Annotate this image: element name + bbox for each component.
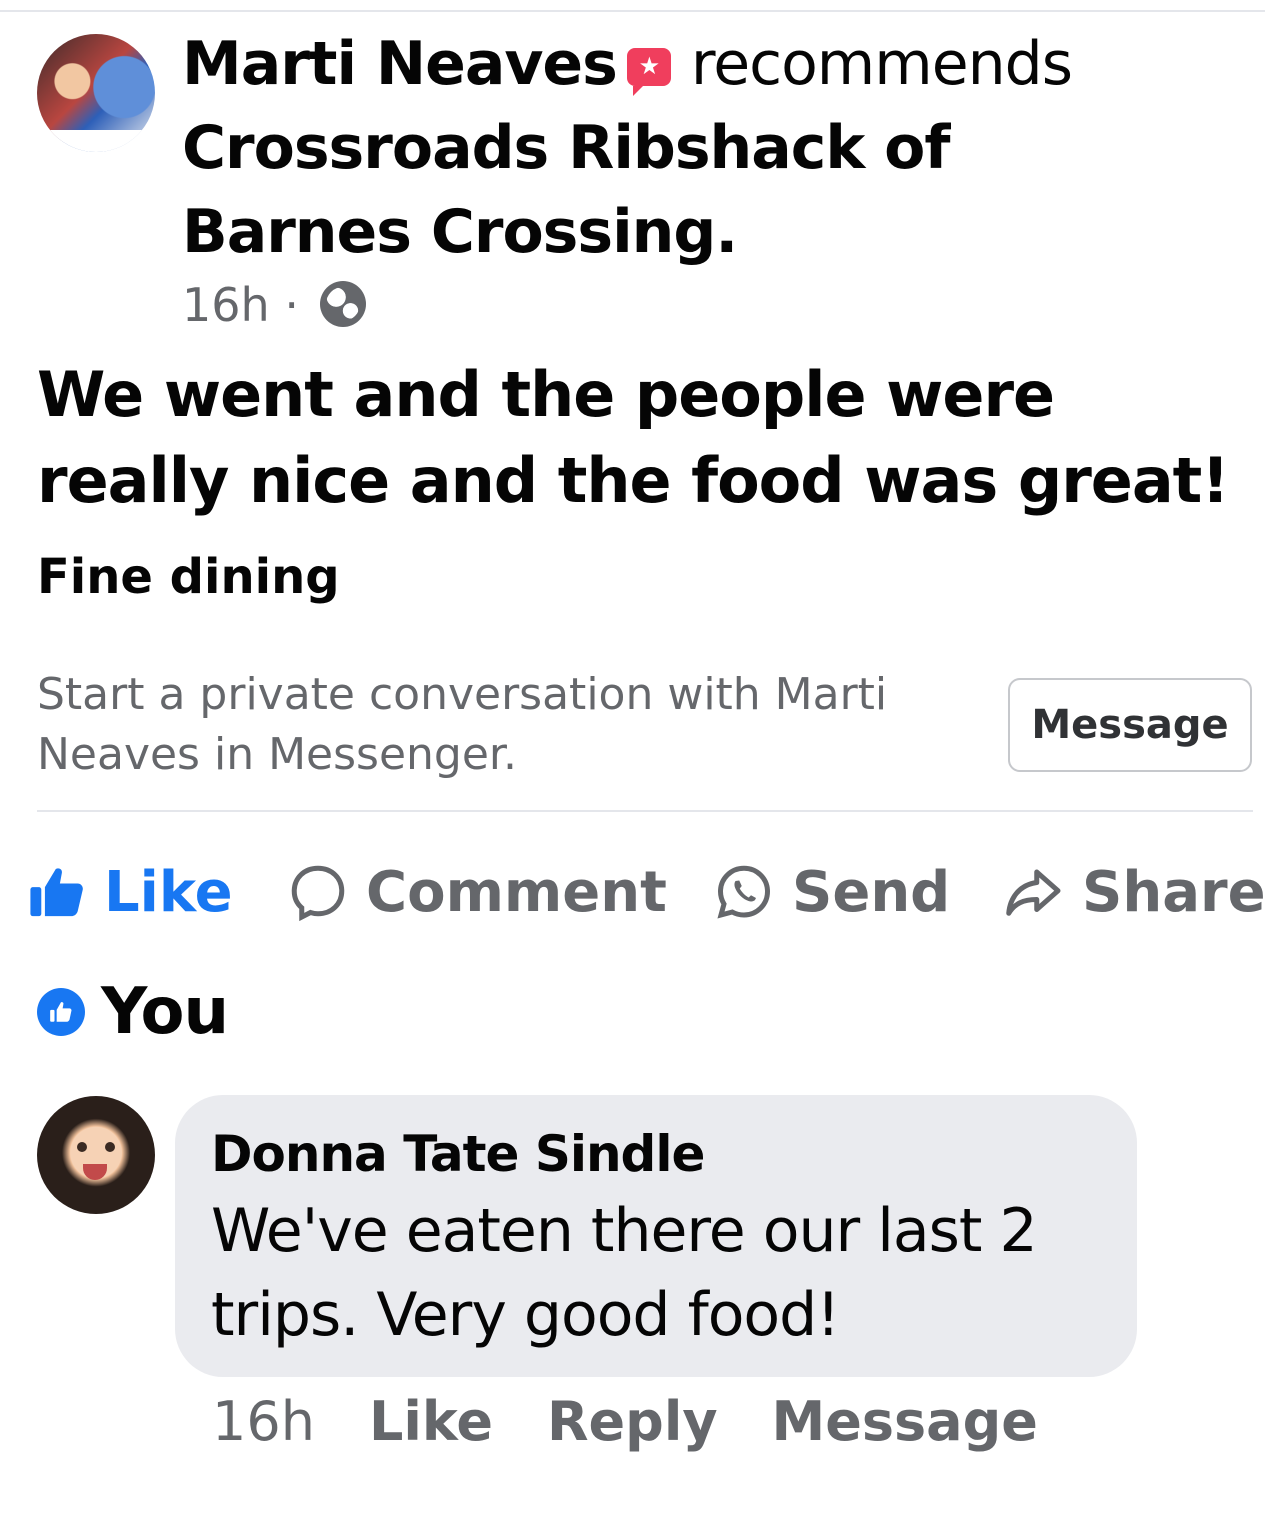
post-tag: Fine dining [37,549,340,605]
meta-separator: · [284,278,299,332]
comment-actions: 16h Like Reply Message [212,1390,1092,1453]
like-label: Like [104,859,233,925]
globe-icon [319,281,366,327]
thumbs-up-icon [30,868,83,917]
page-name-line2[interactable]: Barnes Crossing. [182,190,1242,274]
like-button[interactable]: Like [28,852,233,932]
comment-like-button[interactable]: Like [369,1390,493,1453]
page-name-line1[interactable]: Crossroads Ribshack of [182,106,1242,190]
you-label: You [101,975,229,1049]
comment-time[interactable]: 16h [212,1390,315,1453]
like-reaction-icon [37,988,85,1036]
comment-icon [291,865,345,922]
post-divider [37,810,1253,812]
author-avatar[interactable] [37,34,155,152]
avatar-eye [105,1142,115,1152]
post-meta: 16h · [182,275,366,335]
comment-button[interactable]: Comment [288,852,667,932]
comment-text: We've eaten there our last 2 trips. Very… [211,1196,1038,1350]
comment-reply-button[interactable]: Reply [547,1390,718,1453]
action-text: recommends [690,29,1073,99]
avatar-mouth [83,1164,107,1180]
comment-bubble: Donna Tate Sindle We've eaten there our … [175,1095,1137,1377]
recommend-icon: ★ [626,48,671,96]
commenter-avatar[interactable] [37,1096,155,1214]
private-conversation-prompt: Start a private conversation with Marti … [37,669,888,780]
comment-message-button[interactable]: Message [772,1390,1038,1453]
post-text: We went and the people were really nice … [37,358,1230,517]
post-header-line1: Marti Neaves ★ recommends [182,22,1242,106]
author-name[interactable]: Marti Neaves [182,29,618,99]
send-label: Send [792,859,951,925]
avatar-strip [37,130,155,152]
reaction-summary[interactable]: You [37,975,229,1049]
top-divider [0,10,1265,12]
commenter-name[interactable]: Donna Tate Sindle [211,1119,1101,1189]
share-button[interactable]: Share [1002,852,1265,932]
comment-label: Comment [366,859,667,925]
avatar-eye [77,1142,87,1152]
share-label: Share [1082,859,1265,925]
send-button[interactable]: Send [714,852,950,932]
post-time[interactable]: 16h [182,278,270,332]
whatsapp-icon [717,865,771,919]
share-icon [1006,869,1061,916]
message-button[interactable]: Message [1008,678,1252,772]
